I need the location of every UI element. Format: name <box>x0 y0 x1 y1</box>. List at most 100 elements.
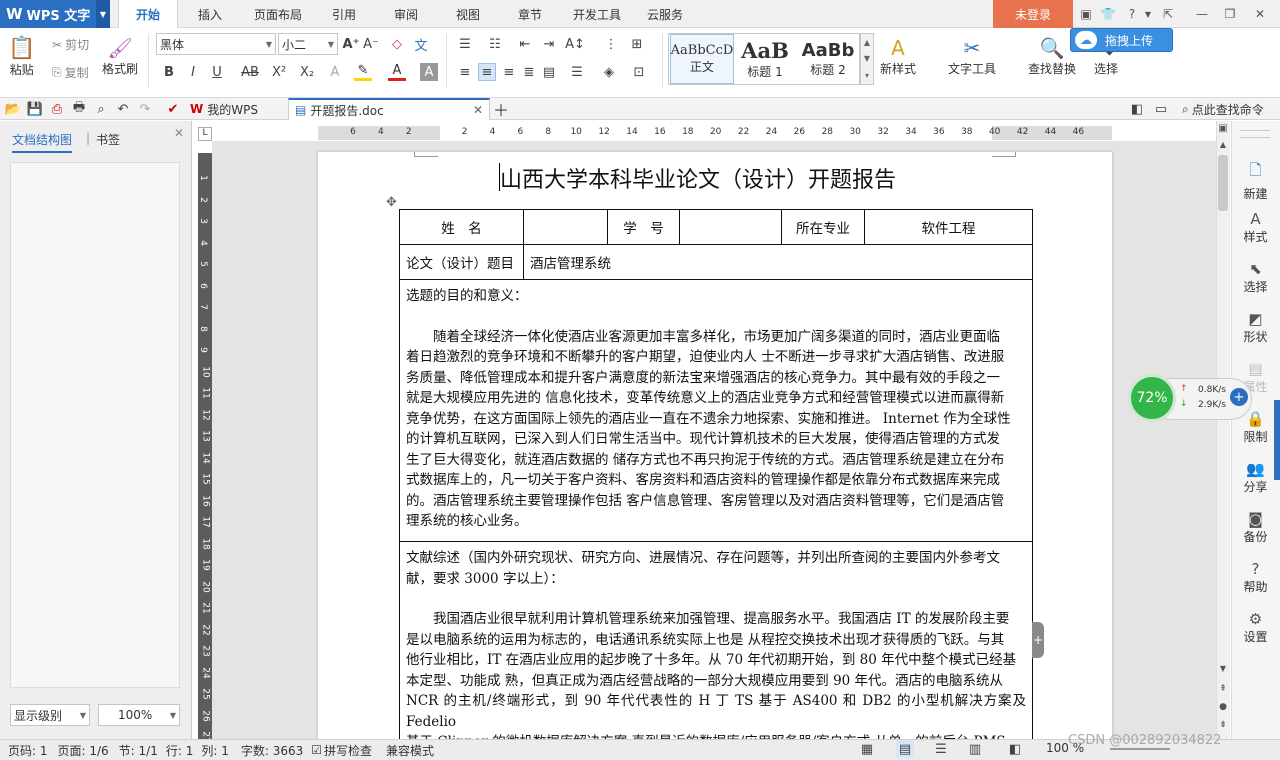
copy-button[interactable]: ⎘ 复制 <box>52 64 89 81</box>
char-shading-icon[interactable]: A <box>420 63 438 81</box>
bullet-list-icon[interactable]: ☰ <box>456 35 474 53</box>
tab-page-layout[interactable]: 页面布局 <box>244 0 312 28</box>
web-view-icon[interactable]: ▥ <box>966 740 984 758</box>
tool-b-icon[interactable]: ▭ <box>1152 100 1170 118</box>
shrink-font-icon[interactable]: A⁻ <box>362 35 380 53</box>
underline-icon[interactable]: U <box>208 63 226 81</box>
tab-references[interactable]: 引用 <box>318 0 370 28</box>
line-spacing-icon[interactable]: ☰ <box>568 63 586 81</box>
scroll-up-icon[interactable]: ▣ <box>1216 121 1230 135</box>
next-page-icon[interactable]: ⇟ <box>1216 720 1230 732</box>
new-tab-icon[interactable]: ＋ <box>492 100 510 120</box>
draft-view-icon[interactable]: ▦ <box>858 740 876 758</box>
zoom-slider-track[interactable] <box>1110 748 1170 750</box>
tab-home[interactable]: 开始 <box>118 0 178 29</box>
scroll-thumb[interactable] <box>1218 155 1228 211</box>
task-share[interactable]: 👥 分享 <box>1231 460 1280 495</box>
status-row[interactable]: 行: 1 <box>166 742 194 759</box>
font-size-select[interactable]: 小二 ▼ <box>278 33 338 55</box>
status-word-count[interactable]: 字数: 3663 <box>241 742 303 759</box>
id-value-cell[interactable] <box>679 209 782 245</box>
style-heading2[interactable]: AaBb 标题 2 <box>798 34 858 84</box>
tab-cloud[interactable]: 云服务 <box>638 0 692 28</box>
highlight-icon[interactable]: ✎ <box>354 63 372 81</box>
new-style-button[interactable]: A 新样式 <box>880 36 916 77</box>
chinese-layout-icon[interactable]: ⋮ <box>602 35 620 53</box>
phonetic-icon[interactable]: 文 <box>412 35 430 54</box>
align-right-icon[interactable]: ≡ <box>500 63 518 81</box>
task-select[interactable]: ⬉ 选择 <box>1231 260 1280 295</box>
border-icon[interactable]: ⊡ <box>630 63 648 81</box>
scroll-up-arrow-icon[interactable]: ▲ <box>1216 140 1230 150</box>
text-tools-button[interactable]: ✂ 文字工具 <box>948 36 996 77</box>
strikethrough-icon[interactable]: AB <box>238 63 262 81</box>
login-button[interactable]: 未登录 <box>993 0 1073 28</box>
print-preview-icon[interactable]: ⌕ <box>92 100 110 118</box>
restore-ribbon-icon[interactable]: ⇱ <box>1158 4 1178 24</box>
undo-icon[interactable]: ↶ <box>114 100 132 118</box>
upload-popup[interactable]: ☁ 拖拽上传 <box>1070 28 1173 52</box>
add-icon[interactable]: + <box>1230 388 1248 406</box>
customize-icon[interactable]: ✔ <box>164 100 182 118</box>
justify-icon[interactable]: ≣ <box>520 63 538 81</box>
expand-panel-icon[interactable]: + <box>1032 622 1044 658</box>
outline-area[interactable] <box>10 162 180 688</box>
shading-icon[interactable]: ◈ <box>600 63 618 81</box>
open-icon[interactable]: 📂 <box>4 100 22 118</box>
pdf-icon[interactable]: ⎙ <box>48 100 66 118</box>
scroll-down-arrow-icon[interactable]: ▼ <box>1216 664 1230 676</box>
decrease-indent-icon[interactable]: ⇤ <box>516 35 534 53</box>
style-gallery-scroll[interactable]: ▲ ▼ ▾ <box>860 33 874 85</box>
major-value-cell[interactable]: 软件工程 <box>864 209 1033 245</box>
text-effect-icon[interactable]: A <box>326 63 344 81</box>
font-color-icon[interactable]: A <box>388 63 406 81</box>
task-new[interactable]: 🗋 新建 <box>1231 160 1280 202</box>
close-panel-icon[interactable]: ✕ <box>174 126 184 140</box>
app-menu-button[interactable]: W WPS 文字 <box>0 0 110 28</box>
shirt-icon[interactable]: 👕 <box>1098 4 1118 24</box>
task-shape[interactable]: ◩ 形状 <box>1231 310 1280 345</box>
task-backup[interactable]: ◙ 备份 <box>1231 510 1280 545</box>
tab-view[interactable]: 视图 <box>442 0 494 28</box>
numbered-list-icon[interactable]: ☷ <box>486 35 504 53</box>
tab-stop-selector[interactable]: L <box>198 127 212 141</box>
panel-zoom-select[interactable]: 100% ▼ <box>98 704 180 726</box>
level-select[interactable]: 显示级别 ▼ <box>10 704 90 726</box>
help-dropdown-icon[interactable]: ▼ <box>1138 4 1158 24</box>
purpose-cell[interactable]: 选题的目的和意义： 随着全球经济一体化使酒店业客源更加丰富多样化，市场更加广阔多… <box>399 279 1033 542</box>
name-value-cell[interactable] <box>523 209 608 245</box>
subscript-icon[interactable]: X₂ <box>298 63 316 81</box>
page-view-icon[interactable]: ▤ <box>896 740 914 758</box>
status-col[interactable]: 列: 1 <box>201 742 229 759</box>
prev-page-icon[interactable]: ⇞ <box>1216 684 1230 696</box>
clear-format-icon[interactable]: ◇ <box>388 35 406 53</box>
text-direction-icon[interactable]: A↕ <box>565 35 585 53</box>
select-browse-icon[interactable]: ● <box>1216 702 1230 714</box>
minimize-icon[interactable]: — <box>1192 4 1212 24</box>
format-painter-button[interactable]: 🖌 格式刷 <box>102 36 138 77</box>
table-icon[interactable]: ⊞ <box>628 35 646 53</box>
align-center-icon[interactable]: ≡ <box>478 63 496 81</box>
topic-value-cell[interactable]: 酒店管理系统 <box>523 244 1033 280</box>
close-icon[interactable]: ✕ <box>1250 4 1270 24</box>
read-mode-icon[interactable]: ◧ <box>1006 740 1024 758</box>
distribute-icon[interactable]: ▤ <box>540 63 558 81</box>
style-normal[interactable]: AaBbCcD 正文 <box>670 34 734 84</box>
tab-chapter[interactable]: 章节 <box>504 0 556 28</box>
bold-icon[interactable]: B <box>160 63 178 81</box>
font-name-select[interactable]: 黑体 ▼ <box>156 33 276 55</box>
task-settings[interactable]: ⚙ 设置 <box>1231 610 1280 645</box>
paste-button[interactable]: 📋 粘贴 <box>8 36 35 78</box>
tab-bookmark[interactable]: 书签 <box>96 131 120 148</box>
cut-button[interactable]: ✂ 剪切 <box>52 36 89 53</box>
tab-document[interactable]: ▤ 开题报告.doc ✕ <box>288 98 490 120</box>
tab-review[interactable]: 审阅 <box>380 0 432 28</box>
save-icon[interactable]: 💾 <box>26 100 44 118</box>
superscript-icon[interactable]: X² <box>270 63 288 81</box>
tab-outline[interactable]: 文档结构图 <box>12 131 73 153</box>
table-move-handle-icon[interactable]: ✥ <box>386 195 397 210</box>
close-tab-icon[interactable]: ✕ <box>473 103 483 117</box>
document-title[interactable]: 山西大学本科毕业论文（设计）开题报告 <box>500 162 896 194</box>
print-icon[interactable]: 🖶 <box>70 100 88 118</box>
tool-a-icon[interactable]: ◧ <box>1128 100 1146 118</box>
